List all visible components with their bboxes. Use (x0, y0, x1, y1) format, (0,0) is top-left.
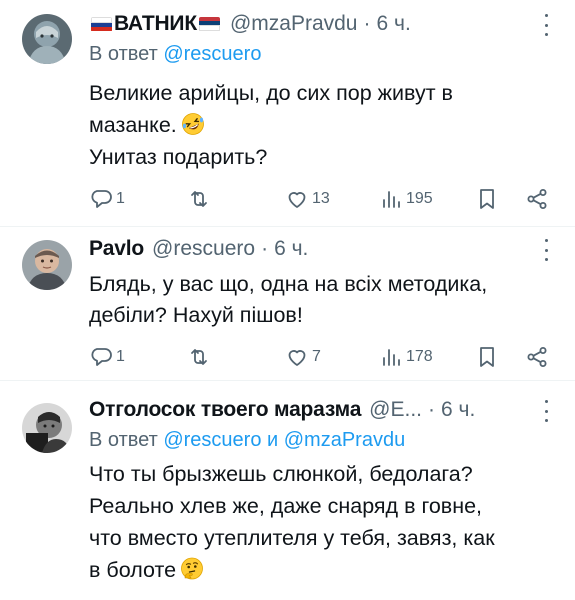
reply-count: 1 (116, 348, 125, 365)
tweet-text-line: Реально хлев же, даже снаряд в говне, (89, 494, 483, 518)
retweet-icon (191, 349, 207, 365)
tweet-header: Отголосок твоего маразма @E... · 6 ч. (89, 396, 475, 424)
tweet-text-line: Что ты брызжешь слюнкой, бедолага? (89, 462, 473, 486)
thinking-face-emoji (181, 557, 203, 580)
tweet-header: Pavlo @rescuero · 6 ч. (89, 235, 308, 263)
russia-flag-icon (91, 16, 112, 32)
reply-button[interactable]: 1 (89, 185, 125, 213)
tweet-2[interactable]: Pavlo @rescuero · 6 ч. Блядь, у вас що, … (0, 227, 575, 377)
avatar[interactable] (22, 403, 72, 453)
reply-icon (91, 190, 112, 208)
views-button[interactable]: 195 (379, 185, 433, 213)
separator-dot: · (428, 398, 435, 421)
reply-button[interactable]: 1 (89, 343, 125, 371)
separator-dot: · (363, 12, 371, 35)
heart-icon (288, 192, 306, 208)
reply-context: В ответ @rescuero (89, 43, 261, 69)
tweet-text-span: мазанке. (89, 113, 177, 137)
rolling-on-floor-laughing-emoji (181, 113, 204, 135)
more-options-icon[interactable] (541, 400, 551, 422)
tweet-1[interactable]: ВАТНИК @mzaPravdu · 6 ч. В ответ @rescue… (0, 0, 575, 225)
view-count: 195 (406, 190, 433, 207)
user-handle[interactable]: @E... (369, 398, 422, 422)
timestamp[interactable]: 6 ч. (441, 398, 475, 422)
share-icon (527, 189, 547, 209)
views-chart-icon (383, 191, 400, 208)
user-handle[interactable]: @mzaPravdu (230, 12, 358, 36)
tweet-3[interactable]: Отголосок твоего маразма @E... · 6 ч. В … (0, 381, 575, 600)
like-button[interactable]: 13 (285, 185, 330, 213)
retweet-icon (191, 191, 207, 207)
reply-count: 1 (116, 190, 125, 207)
tweet-header: ВАТНИК @mzaPravdu · 6 ч. (89, 10, 411, 38)
tweet-text-line: в болоте (89, 555, 204, 585)
bookmark-icon (480, 189, 494, 209)
more-options-icon[interactable] (541, 14, 551, 36)
views-chart-icon (383, 349, 400, 366)
avatar[interactable] (22, 240, 72, 290)
serbia-flag-icon (198, 16, 220, 32)
bookmark-button[interactable] (475, 343, 499, 371)
display-name[interactable]: Pavlo (89, 237, 144, 261)
user-handle[interactable]: @rescuero (152, 237, 255, 261)
reply-mention-link[interactable]: @rescuero (163, 43, 261, 65)
share-button[interactable] (525, 185, 549, 213)
reply-context: В ответ @rescuero и @mzaPravdu (89, 429, 405, 455)
tweet-text-line: дебіли? Нахуй пішов! (89, 303, 303, 327)
reply-mention-link[interactable]: @mzaPravdu (284, 429, 405, 451)
view-count: 178 (406, 348, 433, 365)
heart-icon (288, 350, 306, 366)
tweet-text-line: мазанке. (89, 110, 205, 140)
reply-prefix: В ответ (89, 429, 158, 451)
tweet-text-line: Блядь, у вас що, одна на всіх методика, (89, 272, 488, 296)
reply-mention-link[interactable]: @rescuero (163, 429, 261, 451)
bookmark-button[interactable] (475, 185, 499, 213)
more-options-icon[interactable] (541, 239, 551, 261)
retweet-button[interactable] (187, 343, 214, 371)
reply-icon (91, 348, 112, 366)
display-name[interactable]: Отголосок твоего маразма (89, 398, 361, 422)
avatar[interactable] (22, 14, 72, 64)
display-name[interactable]: ВАТНИК (114, 12, 197, 36)
tweet-text-span: в болоте (89, 558, 177, 582)
tweet-actions: 1 13 195 (89, 185, 559, 213)
tweet-text-line: Унитаз подарить? (89, 145, 268, 169)
timestamp[interactable]: 6 ч. (376, 12, 410, 36)
separator-dot: · (261, 237, 269, 260)
like-button[interactable]: 7 (285, 343, 321, 371)
retweet-button[interactable] (187, 185, 214, 213)
tweet-text-line: Великие арийцы, до сих пор живут в (89, 81, 453, 105)
share-button[interactable] (525, 343, 549, 371)
reply-joiner: и (267, 429, 279, 451)
like-count: 13 (312, 190, 330, 207)
bookmark-icon (480, 347, 494, 367)
timestamp[interactable]: 6 ч. (274, 237, 308, 261)
views-button[interactable]: 178 (379, 343, 433, 371)
share-icon (527, 347, 547, 367)
tweet-text-line: что вместо утеплителя у тебя, завяз, как (89, 526, 495, 550)
like-count: 7 (312, 348, 321, 365)
tweet-actions: 1 7 178 (89, 343, 559, 371)
reply-prefix: В ответ (89, 43, 158, 65)
